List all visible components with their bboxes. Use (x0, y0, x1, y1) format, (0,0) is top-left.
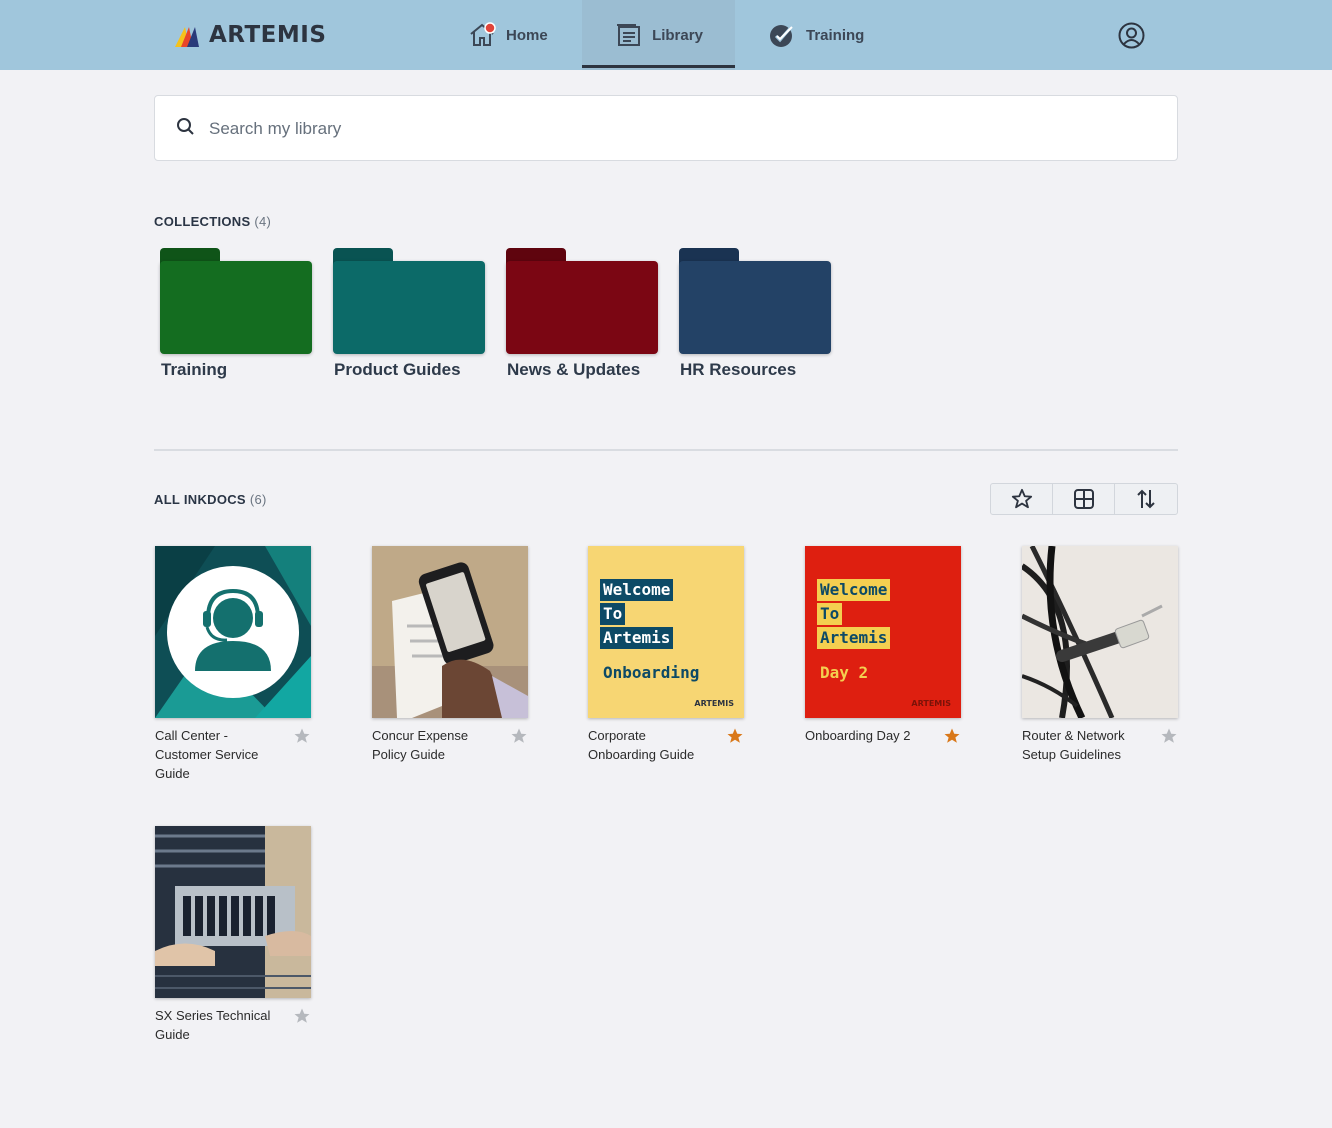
star-icon[interactable] (726, 727, 744, 745)
nav-home[interactable]: Home (468, 0, 568, 70)
grid-view-icon (1073, 489, 1094, 509)
inkdoc-card[interactable]: Welcome To Artemis Day 2 ARTEMIS Onboard… (805, 546, 961, 743)
doc-title: Call Center - Customer Service Guide (155, 728, 259, 781)
thumb-brand: ARTEMIS (911, 699, 951, 708)
inkdoc-card[interactable]: Concur Expense Policy Guide (372, 546, 528, 762)
folder-body (333, 261, 485, 354)
nav-training-label: Training (806, 26, 865, 44)
brand-name: ARTEMIS (209, 22, 327, 48)
doc-thumbnail (155, 546, 311, 718)
doc-title: Router & Network Setup Guidelines (1022, 728, 1125, 762)
thumb-text: To (817, 603, 843, 625)
thumb-text: Day 2 (820, 663, 869, 682)
doc-title: Onboarding Day 2 (805, 728, 911, 743)
thumb-brand: ARTEMIS (694, 699, 734, 708)
search-input[interactable] (209, 114, 1109, 144)
star-icon[interactable] (943, 727, 961, 745)
inkdocs-count: (6) (249, 492, 267, 507)
doc-title: Corporate Onboarding Guide (588, 728, 695, 762)
home-icon (470, 22, 496, 46)
thumb-text: Welcome (817, 579, 891, 601)
star-icon[interactable] (1160, 727, 1178, 745)
server-rack-photo-icon (155, 826, 311, 998)
collections-heading: COLLECTIONS (4) (154, 214, 271, 229)
headset-agent-icon (155, 546, 311, 718)
library-icon (617, 24, 641, 46)
inkdoc-card[interactable]: Welcome To Artemis Onboarding ARTEMIS Co… (588, 546, 744, 762)
user-circle-icon[interactable] (1118, 22, 1145, 49)
doc-title: Concur Expense Policy Guide (372, 728, 469, 762)
sort-icon (1137, 489, 1155, 509)
doc-title: SX Series Technical Guide (155, 1008, 271, 1042)
star-icon[interactable] (293, 1007, 311, 1025)
top-navigation-bar: ARTEMIS Home Library Training (0, 0, 1332, 70)
favorites-filter-button[interactable] (991, 484, 1053, 514)
folder-body (679, 261, 831, 354)
view-toolbar (990, 483, 1178, 515)
collection-label: Training (161, 360, 228, 379)
network-cable-photo-icon (1022, 546, 1178, 718)
doc-thumbnail (1022, 546, 1178, 718)
inkdoc-card[interactable]: SX Series Technical Guide (155, 826, 311, 1042)
inkdocs-heading: ALL INKDOCS (6) (154, 492, 267, 507)
sort-button[interactable] (1115, 484, 1177, 514)
collections-count: (4) (254, 214, 272, 229)
thumb-text: Onboarding (603, 663, 700, 682)
collection-label: Product Guides (334, 360, 461, 379)
phone-receipt-photo-icon (372, 546, 528, 718)
nav-library-label: Library (652, 26, 703, 44)
collection-label: News & Updates (507, 360, 641, 379)
nav-home-label: Home (506, 26, 548, 44)
nav-library[interactable]: Library (582, 0, 735, 70)
search-icon (177, 118, 194, 135)
artemis-logo-mark-icon (175, 27, 199, 47)
collection-label: HR Resources (680, 360, 797, 379)
thumb-text: Welcome (600, 579, 674, 601)
folder-body (160, 261, 312, 354)
inkdocs-title: ALL INKDOCS (154, 492, 246, 507)
training-check-icon (770, 25, 794, 47)
search-bar (154, 95, 1178, 161)
folder-body (506, 261, 658, 354)
star-filter-icon (1011, 488, 1032, 509)
grid-view-button[interactable] (1053, 484, 1115, 514)
collections-title: COLLECTIONS (154, 214, 251, 229)
thumb-text: To (600, 603, 626, 625)
doc-thumbnail (372, 546, 528, 718)
inkdoc-card[interactable]: Router & Network Setup Guidelines (1022, 546, 1178, 762)
doc-thumbnail (155, 826, 311, 998)
thumb-text: Artemis (600, 627, 674, 649)
doc-thumbnail: Welcome To Artemis Onboarding ARTEMIS (588, 546, 744, 718)
star-icon[interactable] (510, 727, 528, 745)
section-divider (154, 449, 1178, 451)
nav-training[interactable]: Training (768, 0, 878, 70)
thumb-text: Artemis (817, 627, 891, 649)
star-icon[interactable] (293, 727, 311, 745)
artemis-logo[interactable]: ARTEMIS (175, 21, 326, 49)
doc-thumbnail: Welcome To Artemis Day 2 ARTEMIS (805, 546, 961, 718)
inkdoc-card[interactable]: Call Center - Customer Service Guide (155, 546, 311, 781)
